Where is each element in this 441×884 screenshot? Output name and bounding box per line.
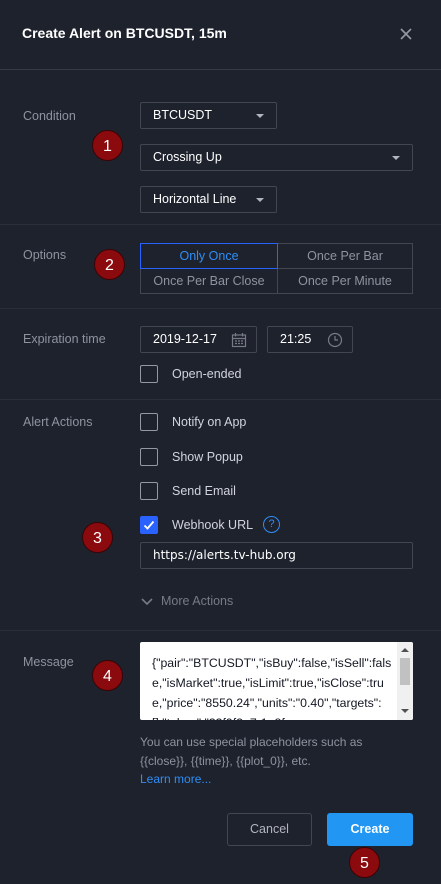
send-email-checkbox[interactable] <box>140 482 158 500</box>
message-text: {"pair":"BTCUSDT","isBuy":false,"isSell"… <box>152 656 392 720</box>
operator-select[interactable]: Crossing Up <box>140 144 413 171</box>
close-button[interactable] <box>398 26 414 42</box>
expiration-time-value: 21:25 <box>280 332 312 346</box>
step-marker: 2 <box>94 249 125 280</box>
dialog-title: Create Alert on BTCUSDT, 15m <box>22 25 227 41</box>
option-only-once[interactable]: Only Once <box>140 243 278 269</box>
target-select[interactable]: Horizontal Line <box>140 186 277 213</box>
dialog-header: Create Alert on BTCUSDT, 15m <box>0 0 441 70</box>
notify-app-label: Notify on App <box>172 415 247 429</box>
message-label: Message <box>23 655 74 669</box>
symbol-value: BTCUSDT <box>153 108 213 122</box>
step-marker: 4 <box>92 660 123 691</box>
show-popup-checkbox[interactable] <box>140 448 158 466</box>
section-divider <box>0 224 441 225</box>
message-textarea[interactable]: {"pair":"BTCUSDT","isBuy":false,"isSell"… <box>140 642 413 720</box>
caret-down-icon <box>256 198 264 202</box>
expiration-label: Expiration time <box>23 332 106 346</box>
check-icon <box>143 520 155 530</box>
expiration-date-field[interactable]: 2019-12-17 <box>140 326 257 353</box>
chevron-down-icon <box>141 598 153 606</box>
clock-icon <box>327 332 343 348</box>
alert-actions-label: Alert Actions <box>23 415 93 429</box>
section-divider <box>0 399 441 400</box>
step-marker: 1 <box>92 130 123 161</box>
step-marker: 5 <box>349 847 380 878</box>
option-once-per-minute[interactable]: Once Per Minute <box>277 268 413 294</box>
webhook-url-input[interactable]: https://alerts.tv-hub.org <box>140 542 413 569</box>
scroll-thumb[interactable] <box>400 658 410 685</box>
send-email-label: Send Email <box>172 484 236 498</box>
scroll-up-arrow-icon[interactable] <box>401 648 409 652</box>
placeholder-hint: You can use special placeholders such as… <box>140 735 363 768</box>
message-scrollbar[interactable] <box>397 642 413 720</box>
help-icon[interactable]: ? <box>263 516 280 533</box>
caret-down-icon <box>256 114 264 118</box>
webhook-url-label: Webhook URL <box>172 518 254 532</box>
expiration-time-field[interactable]: 21:25 <box>267 326 353 353</box>
more-actions-label: More Actions <box>161 594 234 608</box>
operator-value: Crossing Up <box>153 150 222 164</box>
calendar-icon <box>231 333 247 348</box>
step-marker: 3 <box>82 522 113 553</box>
caret-down-icon <box>392 156 400 160</box>
notify-app-checkbox[interactable] <box>140 413 158 431</box>
section-divider <box>0 630 441 631</box>
webhook-url-checkbox[interactable] <box>140 516 158 534</box>
symbol-select[interactable]: BTCUSDT <box>140 102 277 129</box>
section-divider <box>0 308 441 309</box>
open-ended-checkbox[interactable] <box>140 365 158 383</box>
cancel-button[interactable]: Cancel <box>227 813 312 846</box>
options-label: Options <box>23 248 67 262</box>
condition-label: Condition <box>23 109 76 123</box>
create-button[interactable]: Create <box>327 813 413 846</box>
close-icon <box>400 28 412 40</box>
learn-more-link[interactable]: Learn more... <box>140 772 211 786</box>
target-value: Horizontal Line <box>153 192 237 206</box>
option-once-per-bar[interactable]: Once Per Bar <box>277 243 413 269</box>
expiration-date-value: 2019-12-17 <box>153 332 217 346</box>
show-popup-label: Show Popup <box>172 450 243 464</box>
option-once-per-bar-close[interactable]: Once Per Bar Close <box>140 268 278 294</box>
scroll-down-arrow-icon[interactable] <box>401 709 409 713</box>
open-ended-label: Open-ended <box>172 367 242 381</box>
